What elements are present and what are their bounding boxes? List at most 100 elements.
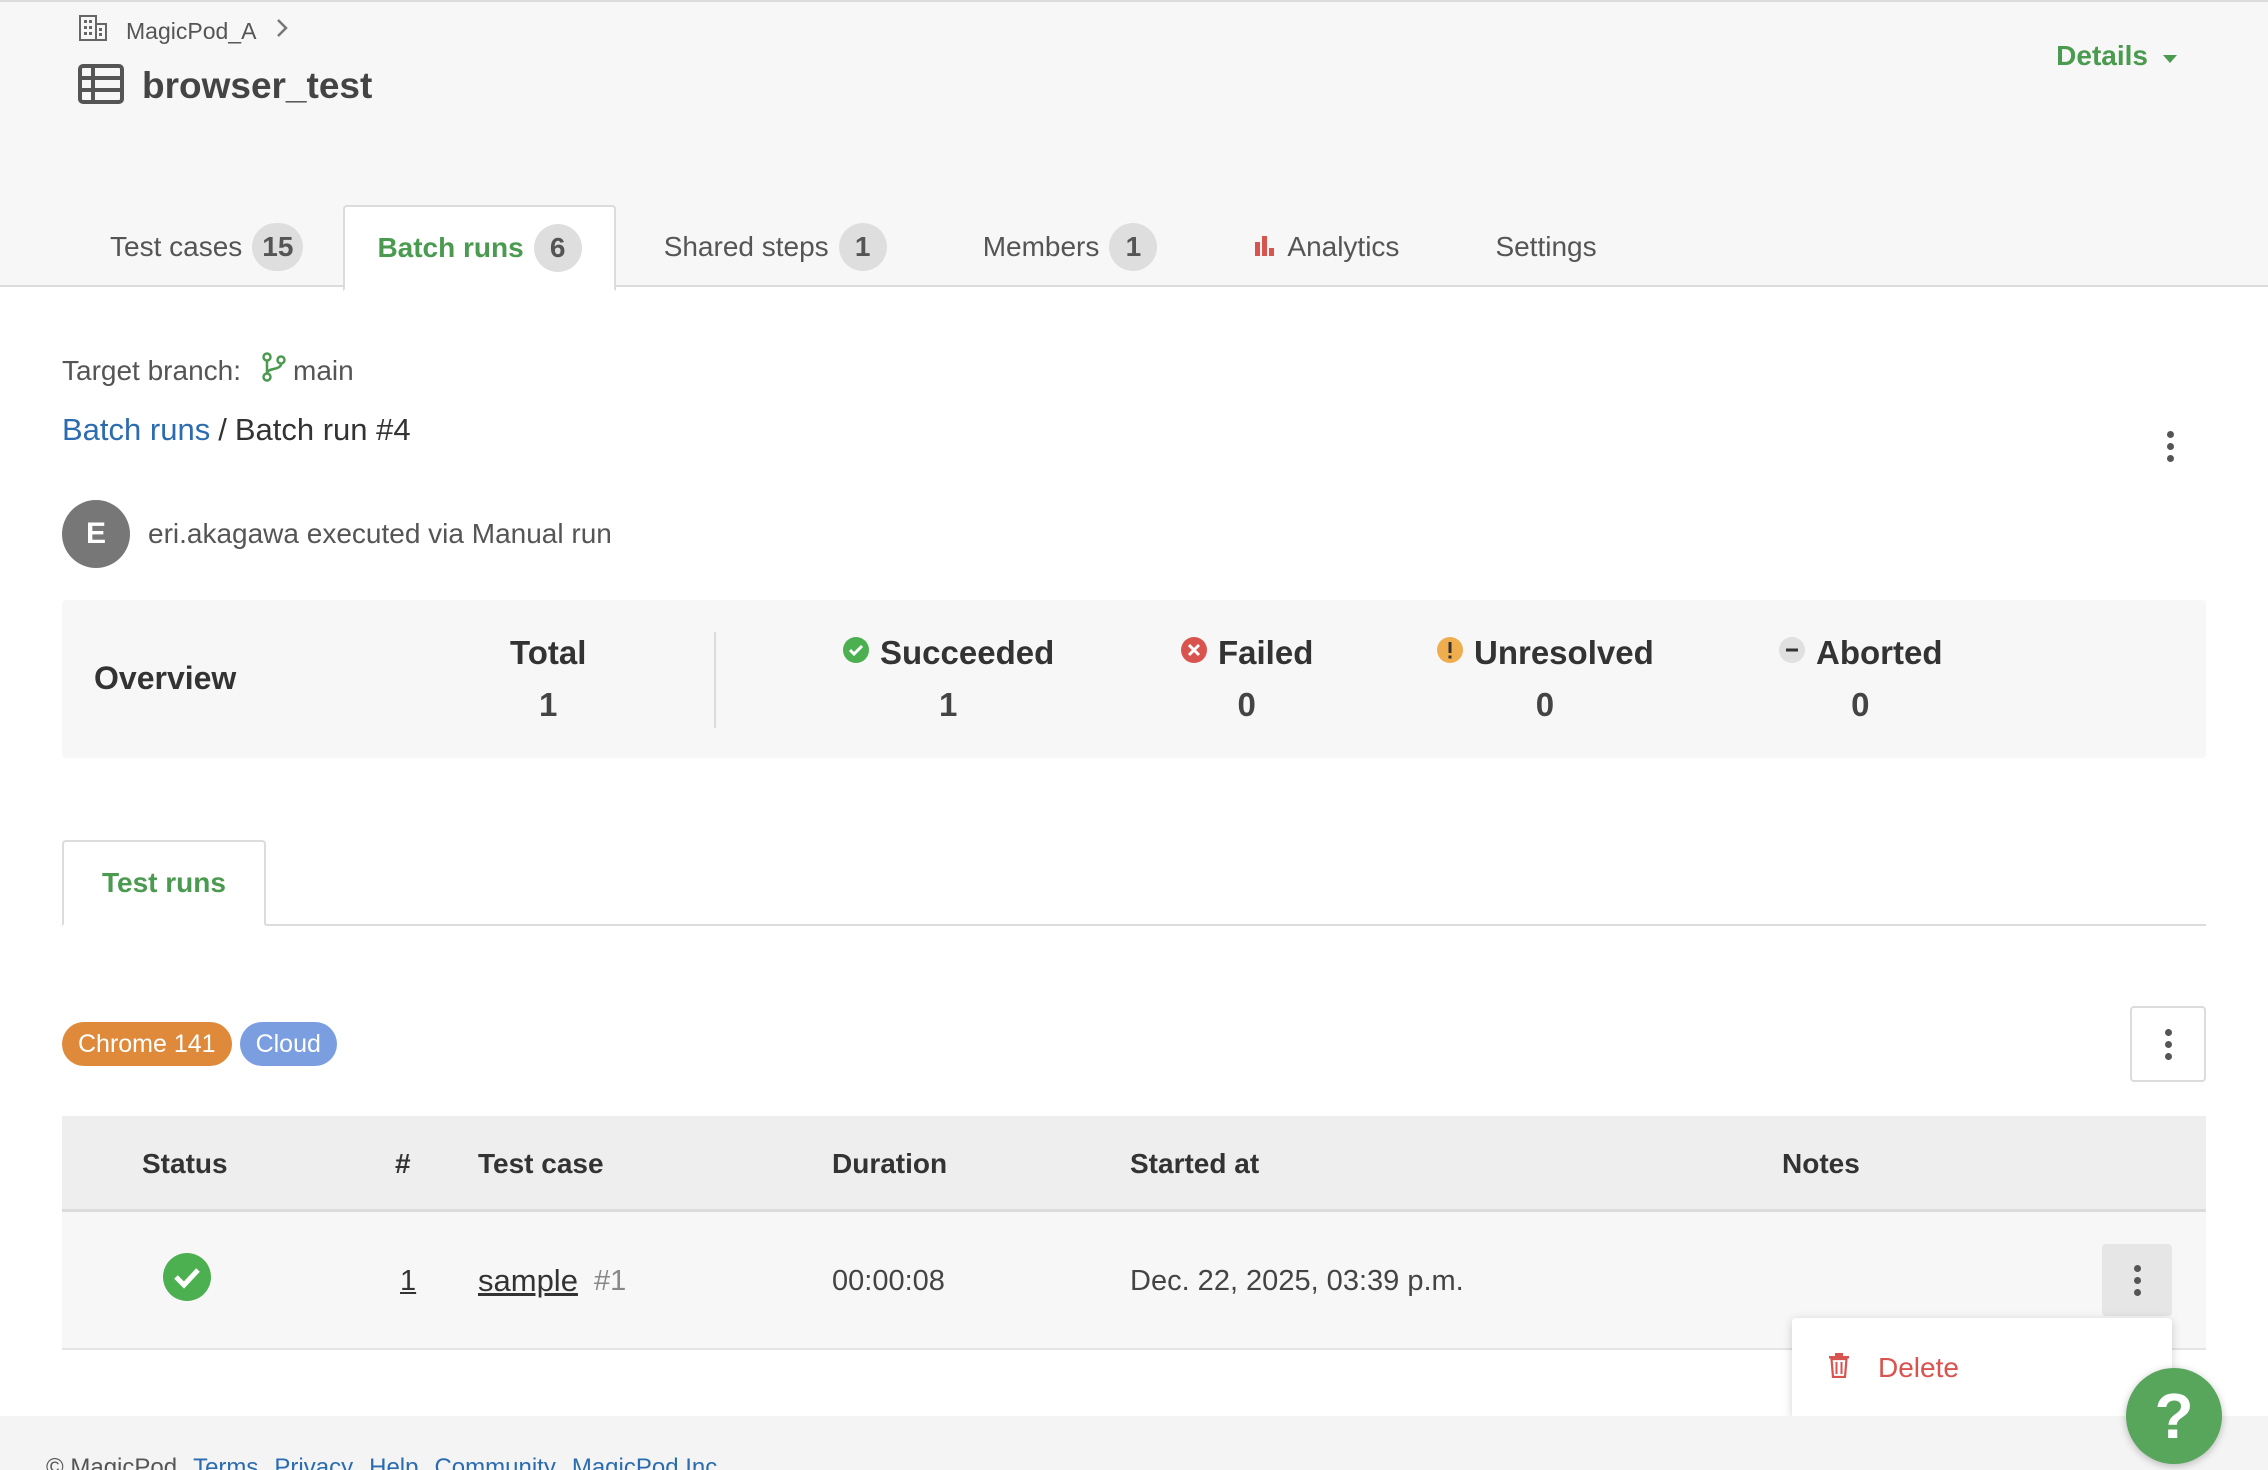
browser-tag: Chrome 141 (62, 1022, 232, 1066)
col-number: # (395, 1148, 411, 1179)
building-icon (78, 14, 108, 48)
warning-circle-icon (1436, 634, 1464, 672)
error-circle-icon (1180, 634, 1208, 672)
test-case-cell: sample #1 (478, 1212, 626, 1350)
overview-failed: Failed 0 (1180, 634, 1313, 724)
kebab-dot (2164, 1040, 2172, 1048)
tab-shared-steps[interactable]: Shared steps 1 (616, 205, 935, 289)
col-duration: Duration (832, 1148, 948, 1179)
chevron-right-icon (274, 17, 290, 45)
kebab-icon (2166, 430, 2174, 438)
project-tabs: Test cases 15 Batch runs 6 Shared steps … (70, 203, 1645, 291)
footer-link-help[interactable]: Help (369, 1454, 418, 1470)
kebab-dot (2133, 1288, 2141, 1296)
tab-label: Shared steps (663, 231, 829, 262)
tab-analytics[interactable]: Analytics (1205, 205, 1447, 289)
overview-divider (714, 632, 716, 728)
footer-link-privacy[interactable]: Privacy (274, 1454, 353, 1470)
count-badge: 6 (533, 224, 582, 272)
check-circle-icon (842, 634, 870, 672)
aborted-label: Aborted (1816, 634, 1943, 671)
executor-text: eri.akagawa executed via Manual run (148, 518, 612, 549)
footer-link-community[interactable]: Community (434, 1454, 555, 1470)
tab-label: Analytics (1287, 231, 1400, 262)
target-branch: Target branch: main (62, 352, 354, 389)
success-check-icon (162, 1252, 212, 1310)
tab-settings[interactable]: Settings (1447, 205, 1644, 289)
branch-label: Target branch: (62, 354, 241, 386)
footer-copyright: © MagicPod (46, 1454, 178, 1470)
duration-cell: 00:00:08 (832, 1264, 945, 1297)
tab-label: Members (982, 231, 1100, 262)
tab-label: Settings (1495, 231, 1597, 262)
breadcrumb: Batch runs / Batch run #4 (62, 412, 411, 448)
row-more-button[interactable] (2102, 1244, 2172, 1316)
branch-name: main (293, 354, 354, 386)
test-runs-more-button[interactable] (2130, 1006, 2206, 1082)
tab-members[interactable]: Members 1 (935, 205, 1206, 289)
status-cell (162, 1212, 212, 1350)
test-runs-table: Status # Test case Duration Started at N… (62, 1116, 2206, 1350)
delete-menu-item[interactable]: Delete (1878, 1352, 1959, 1384)
col-started-at: Started at (1130, 1148, 1260, 1179)
row-actions-menu: Delete (1792, 1318, 2172, 1418)
total-label: Total (510, 634, 587, 671)
run-number-link[interactable]: 1 (400, 1265, 416, 1298)
environment-tags: Chrome 141 Cloud (62, 1022, 337, 1066)
kebab-icon (2164, 1028, 2172, 1036)
git-branch-icon (261, 352, 287, 389)
footer-link-terms[interactable]: Terms (193, 1454, 258, 1470)
kebab-dot (2133, 1276, 2141, 1284)
failed-label: Failed (1218, 634, 1314, 671)
tab-batch-runs[interactable]: Batch runs 6 (343, 205, 616, 291)
caret-down-icon (2162, 40, 2178, 72)
overview-unresolved: Unresolved 0 (1436, 634, 1654, 724)
overview-aborted: Aborted 0 (1778, 634, 1943, 724)
executor-info: E eri.akagawa executed via Manual run (62, 500, 612, 568)
avatar: E (62, 500, 130, 568)
col-test-case: Test case (478, 1148, 604, 1179)
kebab-dot (2166, 454, 2174, 462)
col-status: Status (142, 1148, 228, 1179)
help-button[interactable]: ? (2126, 1368, 2222, 1464)
branch-value[interactable]: main (261, 352, 354, 389)
succeeded-label: Succeeded (880, 634, 1055, 671)
trash-icon (1828, 1352, 1850, 1385)
org-breadcrumb[interactable]: MagicPod_A (78, 14, 290, 48)
breadcrumb-batch-runs-link[interactable]: Batch runs (62, 412, 210, 448)
minus-circle-icon (1778, 634, 1806, 672)
kebab-icon (2133, 1264, 2141, 1272)
col-notes: Notes (1782, 1148, 1860, 1179)
aborted-value: 0 (1851, 686, 1870, 723)
details-dropdown[interactable]: Details (2056, 40, 2178, 72)
unresolved-value: 0 (1535, 686, 1555, 723)
unresolved-label: Unresolved (1474, 634, 1654, 671)
kebab-dot (2164, 1052, 2172, 1060)
succeeded-value: 1 (938, 686, 958, 723)
page-more-button[interactable] (2152, 422, 2188, 470)
kebab-dot (2166, 442, 2174, 450)
count-badge: 1 (1109, 223, 1158, 271)
footer: © MagicPod Terms Privacy Help Community … (0, 1416, 2268, 1470)
table-icon (78, 63, 124, 109)
footer-link-company[interactable]: MagicPod Inc. (572, 1454, 724, 1470)
test-case-link[interactable]: sample (478, 1263, 578, 1299)
count-badge: 1 (838, 223, 887, 271)
project-title: browser_test (142, 65, 373, 106)
run-subtabs: Test runs (62, 840, 2206, 926)
overview-panel: Overview Total 1 Succeeded 1 Failed 0 Un… (62, 600, 2206, 758)
tab-label: Test cases (110, 231, 243, 262)
tab-test-cases[interactable]: Test cases 15 (70, 205, 343, 289)
overview-total: Total 1 (510, 634, 586, 724)
count-badge: 15 (252, 223, 304, 271)
bar-chart-icon (1253, 231, 1277, 263)
org-name[interactable]: MagicPod_A (126, 18, 256, 45)
tab-test-runs[interactable]: Test runs (62, 840, 266, 926)
tab-label: Batch runs (377, 232, 524, 263)
number-cell[interactable]: 1 (400, 1212, 416, 1350)
breadcrumb-current: Batch run #4 (234, 412, 411, 447)
details-label: Details (2056, 40, 2148, 71)
breadcrumb-separator: / (218, 412, 227, 447)
test-case-number: #1 (593, 1264, 627, 1297)
overview-succeeded: Succeeded 1 (842, 634, 1054, 724)
